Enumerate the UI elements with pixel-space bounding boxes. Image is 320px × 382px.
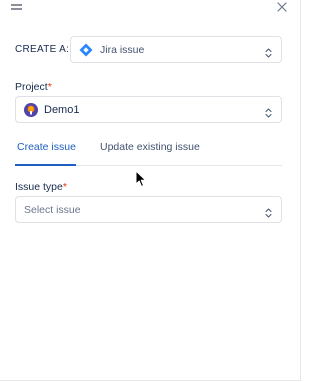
create-type-select[interactable]: Jira issue [70, 36, 282, 63]
project-label: Project* [15, 81, 52, 93]
issue-mode-tabs: Create issue Update existing issue [15, 131, 282, 166]
project-label-text: Project [15, 81, 48, 93]
create-type-row: CREATE A: Jira issue [15, 36, 282, 63]
tab-update-existing-issue[interactable]: Update existing issue [100, 141, 200, 153]
issue-type-placeholder: Select issue [24, 203, 81, 216]
create-issue-panel: CREATE A: Jira issue Project* Demo1 Crea… [0, 0, 301, 381]
chevron-up-down-icon [265, 205, 272, 217]
required-mark: * [47, 81, 52, 93]
create-type-value: Jira issue [100, 43, 145, 56]
issue-type-select[interactable]: Select issue [15, 196, 282, 223]
issue-type-label: Issue type* [15, 181, 67, 193]
create-type-label: CREATE A: [15, 44, 70, 55]
project-value: Demo1 [44, 103, 80, 116]
required-mark: * [62, 181, 67, 193]
drag-handle-icon[interactable] [11, 4, 22, 10]
issue-type-label-text: Issue type [15, 181, 63, 193]
project-avatar [24, 102, 38, 117]
close-icon[interactable] [276, 0, 288, 12]
chevron-up-down-icon [265, 45, 272, 57]
mouse-pointer-icon [135, 170, 147, 188]
chevron-up-down-icon [265, 105, 272, 117]
active-tab-indicator [15, 164, 76, 166]
project-select[interactable]: Demo1 [15, 96, 282, 123]
tab-create-issue[interactable]: Create issue [17, 141, 76, 153]
jira-icon [79, 43, 93, 57]
